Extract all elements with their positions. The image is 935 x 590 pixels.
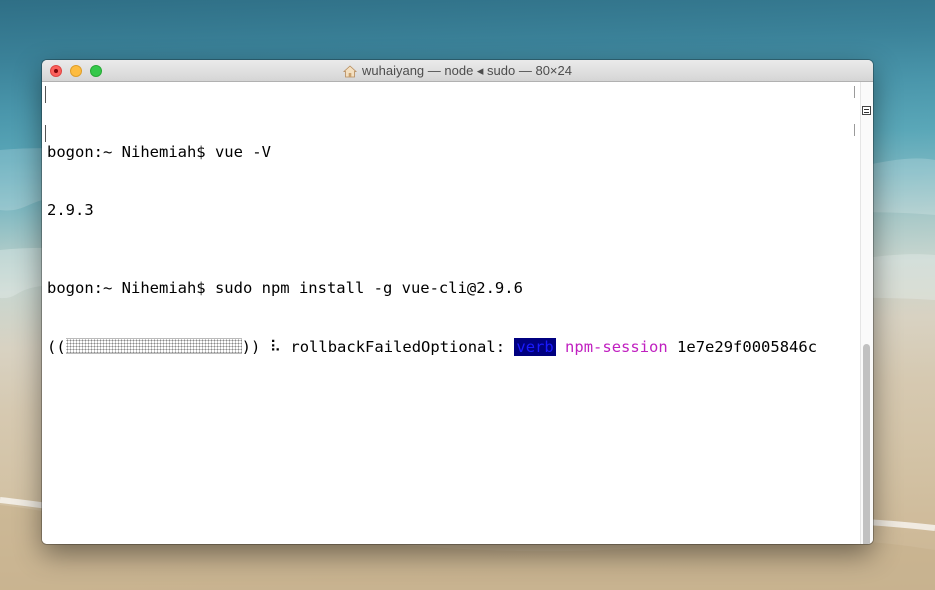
spinner-icon: ⠧ bbox=[269, 337, 282, 356]
npm-progress-line: (()) ⠧ rollbackFailedOptional: verb npm-… bbox=[47, 337, 860, 358]
line-marker bbox=[45, 86, 46, 103]
terminal-output[interactable]: bogon:~ Nihemiah$ vue -V 2.9.3 bogon:~ N… bbox=[42, 82, 860, 544]
terminal-window: wuhaiyang — node ◂ sudo — 80×24 bogon:~ … bbox=[42, 60, 873, 544]
line-marker bbox=[45, 125, 46, 142]
scrollbar[interactable] bbox=[860, 82, 873, 544]
session-label: npm-session bbox=[565, 337, 668, 356]
progress-stage: rollbackFailedOptional: bbox=[290, 337, 506, 356]
terminal-line: bogon:~ Nihemiah$ sudo npm install -g vu… bbox=[47, 279, 523, 297]
title-bar[interactable]: wuhaiyang — node ◂ sudo — 80×24 bbox=[42, 60, 873, 82]
margin-tick bbox=[854, 124, 855, 136]
window-title-group: wuhaiyang — node ◂ sudo — 80×24 bbox=[42, 60, 873, 82]
terminal-line: bogon:~ Nihemiah$ vue -V bbox=[47, 142, 271, 161]
window-title: wuhaiyang — node ◂ sudo — 80×24 bbox=[362, 63, 572, 78]
scroll-thumb[interactable] bbox=[863, 344, 870, 544]
verb-tag: verb bbox=[514, 337, 556, 356]
progress-bar bbox=[65, 337, 242, 354]
home-folder-icon bbox=[343, 64, 357, 77]
progress-open-bracket: (( bbox=[47, 337, 66, 356]
progress-close-bracket: )) bbox=[241, 337, 261, 356]
terminal-line: 2.9.3 bbox=[47, 201, 94, 219]
split-pane-icon[interactable] bbox=[862, 106, 871, 115]
margin-tick bbox=[854, 86, 855, 98]
session-id: 1e7e29f0005846c bbox=[677, 337, 818, 356]
